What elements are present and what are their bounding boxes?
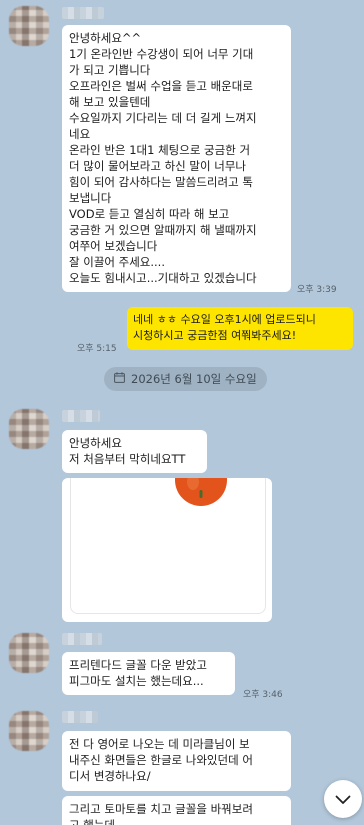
message-line: 내주신 화면들은 한글로 나와있던데 어 [69, 753, 253, 767]
date-divider: 2026년 6월 10일 수요일 [104, 367, 267, 391]
message-line: 네요 [69, 127, 91, 141]
message-timestamp: 오후 3:46 [243, 690, 283, 700]
sender-avatar[interactable] [9, 711, 49, 751]
message-line: 잘 이끌어 주세요.... [69, 255, 165, 269]
message-bubble: 안녕하세요 저 처음부터 막히네요TT [62, 430, 207, 473]
message-line: 더 많이 물어보라고 하신 말이 너무나 [69, 159, 246, 173]
message-line: 디서 변경하나요/ [69, 769, 151, 783]
date-label: 2026년 6월 10일 수요일 [131, 372, 257, 386]
message-line: 저 처음부터 막히네요TT [69, 452, 186, 466]
message-line: 가 되고 기쁩니다 [69, 63, 151, 77]
message-line: 궁금한 거 있으면 알때까지 해 낼때까지 [69, 223, 257, 237]
sender-name [62, 410, 100, 422]
message-line: 안녕하세요 [69, 436, 122, 450]
message-line: 온라인 반은 1대1 체팅으로 궁금한 거 [69, 143, 251, 157]
message-line: 네네 ㅎㅎ 수요일 오후1시에 업로드되니 [133, 313, 316, 326]
sender-name [62, 7, 104, 19]
message-bubble: 프리텐다드 글꼴 다운 받았고 피그마도 설치는 했는데요... [62, 652, 235, 695]
tomato-image [175, 478, 227, 506]
message-line: 피그마도 설치는 했는데요... [69, 674, 204, 688]
calendar-icon [114, 372, 131, 386]
message-line: 수요일까지 기다리는 데 더 길게 느껴지 [69, 111, 257, 125]
message-line: VOD로 듣고 열심히 따라 해 보고 [69, 207, 230, 221]
message-line: 그리고 토마토를 치고 글꼴을 바꿔보려 [69, 802, 253, 816]
message-line: 1기 온라인반 수강생이 되어 너무 기대 [69, 47, 254, 61]
product-card [70, 478, 266, 614]
message-line: 힘이 되어 감사하다는 말씀드리려고 톡 [69, 175, 253, 189]
sender-name [62, 633, 102, 645]
message-line: 해 보고 있을텐데 [69, 95, 151, 109]
chevron-down-icon [335, 790, 351, 809]
scroll-to-bottom-button[interactable] [324, 780, 362, 818]
message-bubble: 안녕하세요^^ 1기 온라인반 수강생이 되어 너무 기대 가 되고 기쁩니다 … [62, 25, 291, 292]
message-line: 보냅니다 [69, 191, 112, 205]
message-bubble: 전 다 영어로 나오는 데 미라클님이 보 내주신 화면들은 한글로 나와있던데… [62, 731, 291, 791]
shared-image-message[interactable] [62, 478, 272, 622]
message-line: 오늘도 힘내시고...기대하고 있겠습니다 [69, 271, 257, 285]
sender-avatar[interactable] [9, 6, 49, 46]
message-line: 프리텐다드 글꼴 다운 받았고 [69, 658, 207, 672]
message-line: 전 다 영어로 나오는 데 미라클님이 보 [69, 737, 250, 751]
message-line: 여쭈어 보겠습니다 [69, 239, 158, 253]
message-line: 시청하시고 궁금한점 여쭤봐주세요! [133, 329, 297, 342]
sender-name [62, 711, 98, 723]
my-message-bubble: 네네 ㅎㅎ 수요일 오후1시에 업로드되니 시청하시고 궁금한점 여쭤봐주세요! [127, 307, 353, 350]
sender-avatar[interactable] [9, 633, 49, 673]
message-line: 안녕하세요^^ [69, 31, 142, 45]
message-timestamp: 오후 5:15 [77, 344, 117, 354]
message-timestamp: 오후 3:39 [297, 285, 337, 295]
message-line: 고 했는데 [69, 818, 115, 825]
message-line: 오프라인은 벌써 수업을 듣고 배운대로 [69, 79, 253, 93]
message-bubble: 그리고 토마토를 치고 글꼴을 바꿔보려 고 했는데 [62, 796, 291, 825]
sender-avatar[interactable] [9, 409, 49, 449]
